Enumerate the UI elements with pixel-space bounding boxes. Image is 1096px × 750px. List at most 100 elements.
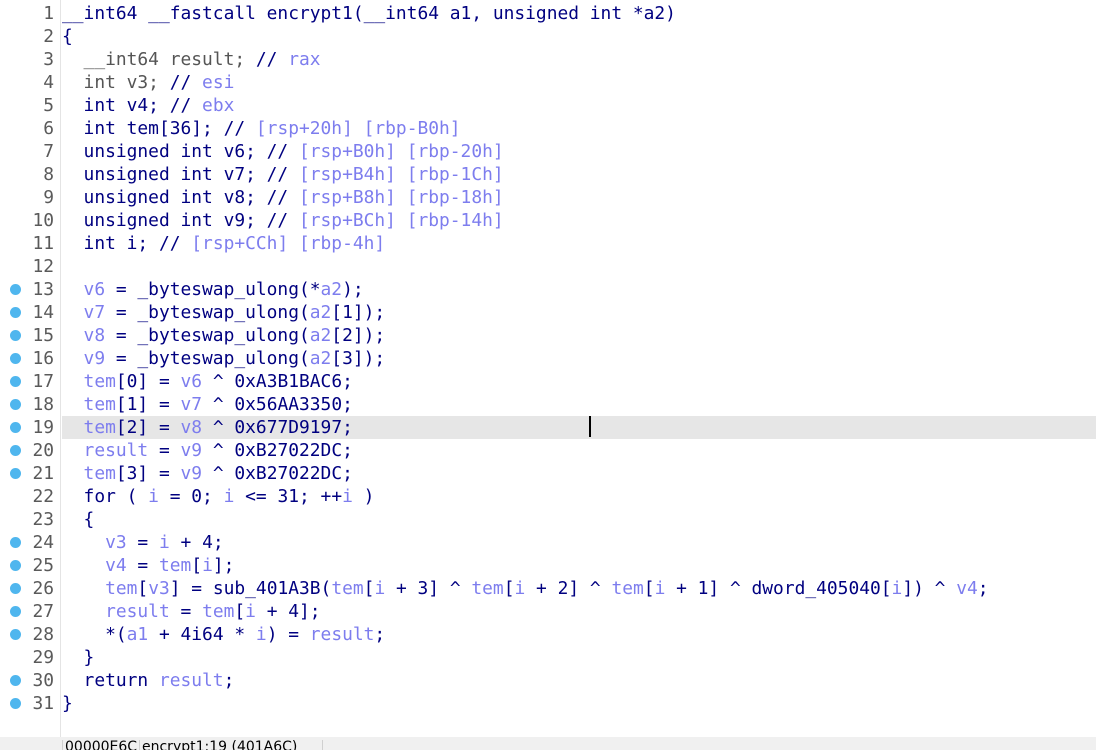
variable-token[interactable]: tem [84,394,116,415]
variable-token[interactable]: v3 [105,532,127,553]
variable-token[interactable]: tem [159,555,191,576]
variable-token[interactable]: a2 [321,279,343,300]
variable-token[interactable]: v4 [956,578,978,599]
variable-token[interactable]: a2 [310,325,332,346]
code-line[interactable]: 13 v6 = _byteswap_ulong(*a2); [0,278,1096,301]
code-line[interactable]: 22 for ( i = 0; i <= 31; ++i ) [0,485,1096,508]
variable-token[interactable]: tem [105,578,137,599]
code-line[interactable]: 9 unsigned int v8; // [rsp+B8h] [rbp-18h… [0,186,1096,209]
variable-token[interactable]: i [256,624,267,645]
variable-token[interactable]: i [148,486,159,507]
line-number: 13 [32,279,54,300]
variable-token[interactable]: v9 [84,348,106,369]
variable-token[interactable]: i [892,578,903,599]
code-line[interactable]: 15 v8 = _byteswap_ulong(a2[2]); [0,324,1096,347]
code-text: unsigned int v9; // [rsp+BCh] [rbp-14h] [62,209,1096,232]
code-line[interactable]: 2{ [0,25,1096,48]
variable-token[interactable]: i [374,578,385,599]
code-text: unsigned int v7; // [rsp+B4h] [rbp-1Ch] [62,163,1096,186]
variable-token[interactable]: tem [202,601,234,622]
variable-token[interactable]: i [202,555,213,576]
code-line[interactable]: 10 unsigned int v9; // [rsp+BCh] [rbp-14… [0,209,1096,232]
code-token: = [148,440,181,461]
code-line[interactable]: 26 tem[v3] = sub_401A3B(tem[i + 3] ^ tem… [0,577,1096,600]
code-line[interactable]: 24 v3 = i + 4; [0,531,1096,554]
code-line[interactable]: 17 tem[0] = v6 ^ 0xA3B1BAC6; [0,370,1096,393]
variable-token[interactable]: result [84,440,149,461]
code-token: unsigned int v9; [62,210,267,231]
code-token: { [62,509,95,530]
code-line[interactable]: 12 [0,255,1096,278]
code-line[interactable]: 19 tem[2] = v8 ^ 0x677D9197; [0,416,1096,439]
code-token: unsigned int v7; [62,164,267,185]
code-line[interactable]: 18 tem[1] = v7 ^ 0x56AA3350; [0,393,1096,416]
line-number: 11 [32,233,54,254]
code-token: [3]); [331,348,386,369]
variable-token[interactable]: tem [84,417,116,438]
variable-token[interactable]: i [515,578,526,599]
line-number: 28 [32,624,54,645]
variable-token[interactable]: v9 [181,440,203,461]
variable-token[interactable]: v7 [84,302,106,323]
code-token: ^ 0xB27022DC; [202,440,353,461]
code-line[interactable]: 8 unsigned int v7; // [rsp+B4h] [rbp-1Ch… [0,163,1096,186]
code-line[interactable]: 29 } [0,646,1096,669]
pseudocode-view[interactable]: 1 __int64 __fastcall encrypt1(__int64 a1,… [0,0,1096,737]
code-line[interactable]: 30 return result; [0,669,1096,692]
code-line[interactable]: 21 tem[3] = v9 ^ 0xB27022DC; [0,462,1096,485]
line-number: 16 [32,348,54,369]
variable-token[interactable]: result [105,601,170,622]
code-token: + 3] ^ [385,578,472,599]
code-line[interactable]: 25 v4 = tem[i]; [0,554,1096,577]
variable-token[interactable]: result [310,624,375,645]
code-line[interactable]: 4 int v3; // esi [0,71,1096,94]
variable-token[interactable]: a2 [310,302,332,323]
code-line[interactable]: 6 int tem[36]; // [rsp+20h] [rbp-B0h] [0,117,1096,140]
variable-token[interactable]: a1 [127,624,149,645]
variable-token[interactable]: v6 [181,371,203,392]
comment-token: ebx [202,95,235,116]
variable-token[interactable]: v7 [181,394,203,415]
variable-token[interactable]: v8 [181,417,203,438]
variable-token[interactable]: tem [611,578,643,599]
code-text: tem[2] = v8 ^ 0x677D9197; [62,416,1096,439]
code-token: ; [977,578,989,599]
variable-token[interactable]: v4 [105,555,127,576]
variable-token[interactable]: tem [84,463,116,484]
code-line[interactable]: 28 *(a1 + 4i64 * i) = result; [0,623,1096,646]
variable-token[interactable]: tem [84,371,116,392]
variable-token[interactable]: i [224,486,235,507]
variable-token[interactable]: i [655,578,666,599]
variable-token[interactable]: result [159,670,224,691]
code-token: + 2] ^ [525,578,612,599]
code-token: [ [137,578,149,599]
variable-token[interactable]: v8 [84,325,106,346]
variable-token[interactable]: i [342,486,353,507]
code-line[interactable]: 7 unsigned int v6; // [rsp+B0h] [rbp-20h… [0,140,1096,163]
variable-token[interactable]: v3 [148,578,170,599]
variable-token[interactable]: v9 [181,463,203,484]
code-text: int tem[36]; // [rsp+20h] [rbp-B0h] [62,117,1096,140]
code-token: ) [352,486,375,507]
code-line[interactable]: 20 result = v9 ^ 0xB27022DC; [0,439,1096,462]
code-line[interactable]: 27 result = tem[i + 4]; [0,600,1096,623]
variable-token[interactable]: i [159,532,170,553]
code-line[interactable]: 5 int v4; // ebx [0,94,1096,117]
code-token: = _byteswap_ulong( [105,302,310,323]
variable-token[interactable]: a2 [310,348,332,369]
variable-token[interactable]: v6 [84,279,106,300]
code-line[interactable]: 16 v9 = _byteswap_ulong(a2[3]); [0,347,1096,370]
variable-token[interactable]: tem [471,578,503,599]
code-token: // [169,95,203,116]
code-line[interactable]: 31} [0,692,1096,715]
code-line[interactable]: 11 int i; // [rsp+CCh] [rbp-4h] [0,232,1096,255]
variable-token[interactable]: i [245,601,256,622]
code-line[interactable]: 1 __int64 __fastcall encrypt1(__int64 a1,… [0,2,1096,25]
code-line[interactable]: 3 __int64 result; // rax [0,48,1096,71]
code-line[interactable]: 23 { [0,508,1096,531]
code-line[interactable]: 14 v7 = _byteswap_ulong(a2[1]); [0,301,1096,324]
variable-token[interactable]: tem [331,578,363,599]
